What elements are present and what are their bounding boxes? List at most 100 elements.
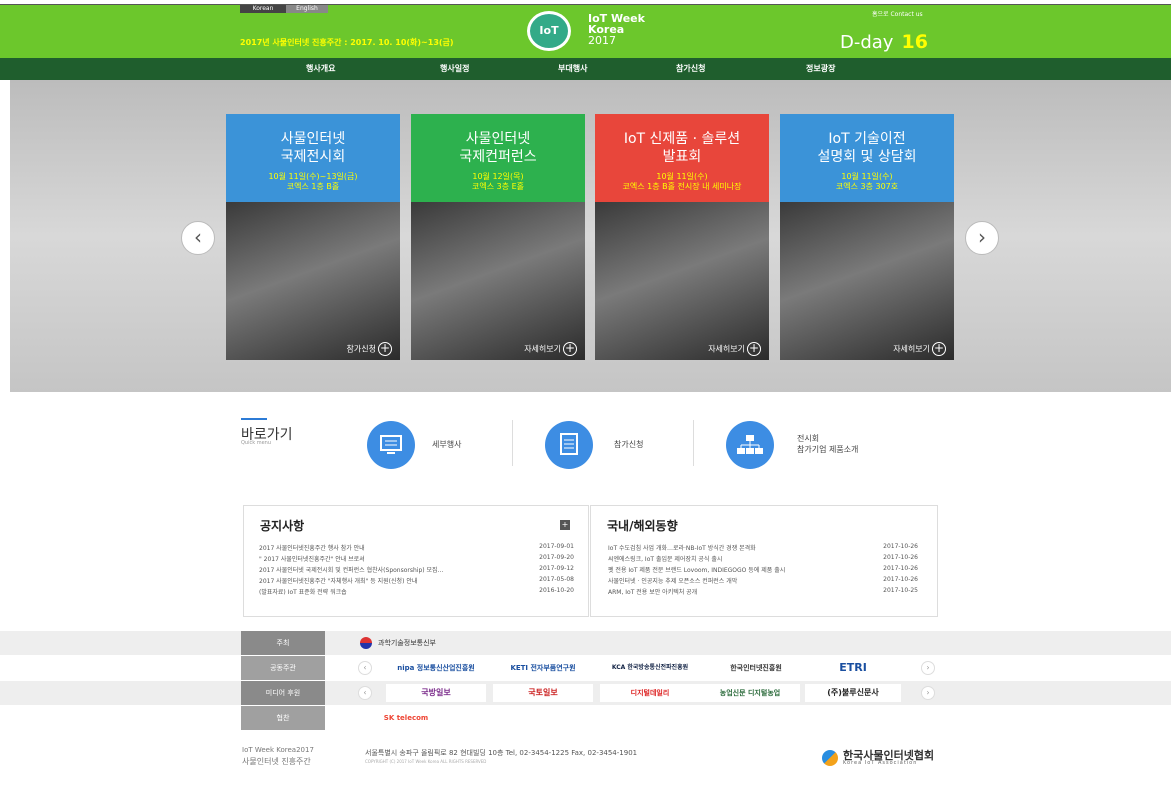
lang-korean-button[interactable]: Korean (240, 5, 286, 13)
footer-brand2: 사물인터넷 진흥주간 (242, 757, 311, 766)
network-icon[interactable] (726, 421, 774, 469)
event-dates: 2017년 사물인터넷 진흥주간 : 2017. 10. 10(화)~13(금) (240, 38, 454, 47)
sponsor-row: 협찬 SK telecom (0, 706, 1171, 730)
monitor-icon-graphic (380, 435, 402, 454)
sponsor-logo-sktelecom[interactable]: SK telecom (376, 709, 436, 727)
card-conference[interactable]: 사물인터넷 국제컨퍼런스 10월 12일(목) 코엑스 3층 E홀 자세히보기 + (411, 114, 585, 360)
notice-title: 공지사항 (260, 519, 305, 533)
news-text: ARM, IoT 전용 보안 아키텍처 공개 (608, 589, 698, 596)
card-photo: 참가신청 + (226, 202, 400, 360)
nav-item-info[interactable]: 정보광장 (806, 58, 835, 80)
quick-menu-accent (241, 418, 267, 420)
card-date: 10월 12일(목) (472, 172, 524, 181)
media-logo[interactable]: 국방일보 (386, 684, 486, 702)
news-date: 2017-10-26 (883, 565, 918, 572)
card-header: 사물인터넷 국제전시회 10월 11일(수)~13일(금) 코엑스 1층 B홀 (226, 114, 400, 202)
card-exhibition[interactable]: 사물인터넷 국제전시회 10월 11일(수)~13일(금) 코엑스 1층 B홀 … (226, 114, 400, 360)
notice-text: " 2017 사물인터넷진흥주간" 안내 브로셔 (259, 556, 365, 563)
card-date: 10월 11일(수) (841, 172, 893, 181)
card-title2: 발표회 (662, 149, 702, 165)
sponsor-logo-etri[interactable]: ETRI (808, 659, 898, 677)
sponsor-logo-keti[interactable]: KETI 전자부품연구원 (493, 659, 593, 677)
next-arrow-icon[interactable]: › (965, 221, 999, 255)
news-text: 씨엔에스링크, IoT 출입문 제어장치 공식 출시 (608, 556, 723, 563)
nav-item-overview[interactable]: 행사개요 (306, 58, 335, 80)
form-icon-graphic (560, 433, 578, 455)
notice-date: 2017-09-20 (539, 554, 574, 561)
card-venue: 코엑스 1층 B홀 (286, 182, 340, 191)
card-more-link[interactable]: 자세히보기 + (524, 342, 577, 356)
news-date: 2017-10-25 (883, 587, 918, 594)
chevron-left-icon[interactable]: ‹ (358, 686, 372, 700)
sponsor-logo-kca[interactable]: KCA 한국방송통신전파진흥원 (600, 659, 700, 677)
nav-item-register[interactable]: 참가신청 (676, 58, 705, 80)
nav-item-schedule[interactable]: 행사일정 (440, 58, 469, 80)
plus-circle-icon: + (932, 341, 946, 356)
card-header: 사물인터넷 국제컨퍼런스 10월 12일(목) 코엑스 3층 E홀 (411, 114, 585, 202)
main-nav: 행사개요 행사일정 부대행사 참가신청 정보광장 (0, 58, 1171, 80)
sponsor-logo-nipa[interactable]: nipa 정보통신산업진흥원 (386, 659, 486, 677)
card-tech-transfer[interactable]: IoT 기술이전 설명회 및 상담회 10월 11일(수) 코엑스 3층 307… (780, 114, 954, 360)
card-header: IoT 신제품 · 솔루션 발표회 10월 11일(수) 코엑스 1층 B홀 전… (595, 114, 769, 202)
sponsor-logo-kisa[interactable]: 한국인터넷진흥원 (707, 659, 805, 677)
news-text: 펫 전용 IoT 제품 전문 브랜드 Lovoom, INDIEGOGO 등에 … (608, 567, 786, 574)
card-title1: 사물인터넷 (280, 131, 346, 147)
chevron-right-icon[interactable]: › (921, 661, 935, 675)
notice-more-button[interactable]: + (560, 520, 570, 530)
media-logo[interactable]: 농업신문 디지털농업 (700, 684, 800, 702)
quick-link-exhibitors[interactable]: 전시회 참가기업 제품소개 (797, 433, 858, 455)
card-venue: 코엑스 3층 E홀 (471, 182, 525, 191)
logo-text[interactable]: IoT Week Korea 2017 (588, 13, 645, 46)
prev-arrow-icon[interactable]: ‹ (181, 221, 215, 255)
lang-english-button[interactable]: English (286, 5, 328, 13)
dday-value: 16 (901, 31, 928, 53)
media-logo[interactable]: (주)불루신문사 (805, 684, 901, 702)
notice-date: 2016-10-20 (539, 587, 574, 594)
news-text: IoT 수도검침 사업 개화…로라·NB-IoT 방식간 경쟁 본격화 (608, 545, 756, 552)
plus-circle-icon: + (747, 341, 761, 356)
card-title2: 국제컨퍼런스 (459, 149, 537, 165)
top-links[interactable]: 홈으로 Contact us (872, 9, 923, 18)
card-title2: 국제전시회 (280, 149, 346, 165)
news-date: 2017-10-26 (883, 554, 918, 561)
quick-link-events[interactable]: 세부행사 (432, 439, 461, 450)
quick-link-label1: 전시회 (797, 434, 820, 443)
notice-text: 2017 사물인터넷진흥주간 "자체행사 개최" 등 지원(신청) 안내 (259, 578, 418, 585)
media-logo[interactable]: 디지털데일리 (600, 684, 700, 702)
chevron-right-icon[interactable]: › (921, 686, 935, 700)
site-footer: IoT Week Korea2017 사물인터넷 진흥주간 서울특별시 송파구 … (0, 735, 1171, 790)
dday-label: D-day (840, 32, 894, 53)
association-logo-icon (822, 750, 838, 766)
more-label: 자세히보기 (893, 344, 930, 354)
card-more-link[interactable]: 참가신청 + (347, 342, 392, 356)
organizer-label: 공동주관 (241, 656, 325, 680)
news-date: 2017-10-26 (883, 576, 918, 583)
card-product-launch[interactable]: IoT 신제품 · 솔루션 발표회 10월 11일(수) 코엑스 1층 B홀 전… (595, 114, 769, 360)
card-title1: 사물인터넷 (465, 131, 531, 147)
notice-date: 2017-09-01 (539, 543, 574, 550)
logo-line3: 2017 (588, 34, 616, 47)
media-row: 미디어 후원 ‹ 국방일보 국토일보 디지털데일리 농업신문 디지털농업 (주)… (0, 681, 1171, 705)
card-title1: IoT 신제품 · 솔루션 (623, 131, 741, 147)
notice-date: 2017-09-12 (539, 565, 574, 572)
notice-text: 2017 사물인터넷진흥주간 행사 참가 안내 (259, 545, 365, 552)
quick-menu-subtitle: Quick menu (241, 440, 272, 446)
monitor-icon[interactable] (367, 421, 415, 469)
iot-week-logo-icon[interactable]: IoT (527, 11, 571, 51)
more-label: 참가신청 (346, 344, 376, 354)
divider (512, 420, 513, 466)
footer-address: 서울특별시 송파구 올림픽로 82 현대빌딩 10층 Tel, 02-3454-… (365, 749, 638, 757)
card-more-link[interactable]: 자세히보기 + (893, 342, 946, 356)
media-logo[interactable]: 국토일보 (493, 684, 593, 702)
card-date: 10월 11일(수)~13일(금) (268, 172, 358, 181)
nav-item-side-events[interactable]: 부대행사 (558, 58, 587, 80)
card-date: 10월 11일(수) (656, 172, 708, 181)
card-more-link[interactable]: 자세히보기 + (708, 342, 761, 356)
host-name[interactable]: 과학기술정보통신부 (378, 631, 436, 655)
form-icon[interactable] (545, 421, 593, 469)
quick-link-register[interactable]: 참가신청 (614, 439, 643, 450)
news-date: 2017-10-26 (883, 543, 918, 550)
plus-circle-icon: + (563, 341, 577, 356)
footer-brand1: IoT Week Korea2017 (242, 746, 314, 754)
chevron-left-icon[interactable]: ‹ (358, 661, 372, 675)
